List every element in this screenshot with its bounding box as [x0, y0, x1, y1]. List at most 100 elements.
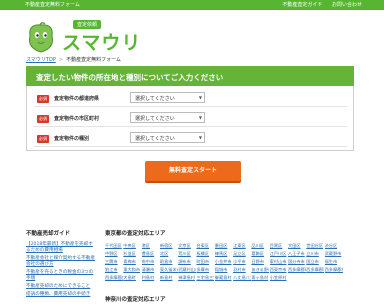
site-tagline: 不動産査定無料フォーム: [25, 2, 80, 8]
breadcrumb-home[interactable]: スマウリTOP: [26, 57, 56, 63]
city-link[interactable]: 中野区: [105, 250, 123, 258]
tokyo-area-section: 東京都の査定対応エリア 千代田区 中央区 港区 新宿区 文京区 台東区 墨田区 江東区 品川区目…: [105, 229, 360, 282]
kanagawa-area-section: 神奈川の査定対応エリア: [105, 295, 166, 304]
breadcrumb-current: 不動産査定無料フォーム: [66, 57, 121, 63]
city-link[interactable]: 西多摩郡日の出町: [306, 266, 324, 274]
city-link[interactable]: 三鷹市: [105, 258, 123, 266]
city-link[interactable]: 荒川区: [178, 250, 196, 258]
mascot-icon: [29, 22, 53, 53]
site-logo[interactable]: 査定依頼 スマウリ: [26, 20, 156, 56]
guide-link[interactable]: 不動産を売るときの税金の3つの手順: [26, 270, 96, 282]
guide-title: 不動産売却ガイド: [26, 231, 71, 237]
chevron-down-icon: ▼: [198, 95, 202, 100]
type-row: 必須 査定物件の種別 選択してください ▼: [34, 131, 347, 147]
city-link[interactable]: 多摩市: [196, 266, 214, 274]
city-link[interactable]: 福生市: [325, 258, 343, 266]
city-link[interactable]: 八王子市: [288, 250, 306, 258]
kanagawa-area-title: 神奈川の査定対応エリア: [105, 297, 166, 303]
chevron-down-icon: ▼: [198, 135, 202, 140]
city-link[interactable]: 西東京市: [270, 266, 288, 274]
contact-link[interactable]: お問い合わせ: [332, 2, 362, 8]
logo-text: スマウリ: [62, 32, 142, 54]
chevron-down-icon: ▼: [198, 115, 202, 120]
city-link[interactable]: 青梅市: [123, 258, 141, 266]
city-link[interactable]: 町田市: [196, 258, 214, 266]
city-link[interactable]: 文京区: [178, 242, 196, 250]
city-link[interactable]: 台東区: [196, 242, 214, 250]
city-select[interactable]: 選択してください ▼: [130, 112, 205, 123]
city-link[interactable]: 大田区: [288, 242, 306, 250]
city-link[interactable]: 新島村: [160, 274, 178, 282]
city-link[interactable]: 目黒区: [270, 242, 288, 250]
breadcrumb-separator: >: [58, 57, 64, 63]
city-link[interactable]: 狛江市: [105, 266, 123, 274]
city-link[interactable]: 府中市: [142, 258, 160, 266]
type-select[interactable]: 選択してください ▼: [130, 132, 205, 143]
guide-link[interactable]: 不動産売却のためにできること: [26, 284, 96, 290]
guide-section: 不動産売却ガイド 【2018年最新】不動産を売却するための費用相場 不動産会社と…: [26, 229, 96, 300]
required-badge: 必須: [37, 95, 49, 103]
prefecture-row: 必須 査定物件の都道府県 選択してください ▼: [34, 91, 347, 107]
city-link[interactable]: 国分寺市: [288, 258, 306, 266]
city-link[interactable]: 東村山市: [270, 258, 288, 266]
top-bar: 不動産査定無料フォーム 不動産査定ガイド お問い合わせ: [0, 0, 384, 10]
site-header: 査定依頼 スマウリ: [0, 10, 384, 56]
city-link[interactable]: 墨田区: [215, 242, 233, 250]
city-label: 査定物件の市区町村: [54, 116, 100, 122]
city-link[interactable]: 板橋区: [196, 250, 214, 258]
city-link[interactable]: 杉並区: [123, 250, 141, 258]
top-links: 不動産査定ガイド お問い合わせ: [274, 1, 362, 8]
city-link[interactable]: 江戸川区: [270, 250, 288, 258]
city-link[interactable]: 西多摩郡奥多摩町: [105, 274, 123, 282]
city-link[interactable]: 日野市: [251, 258, 269, 266]
city-link[interactable]: 中央区: [123, 242, 141, 250]
city-link[interactable]: 武蔵村山市: [178, 266, 196, 274]
city-link[interactable]: 江東区: [233, 242, 251, 250]
city-link[interactable]: 練馬区: [215, 250, 233, 258]
city-link[interactable]: 国立市: [306, 258, 324, 266]
city-link[interactable]: 御蔵島村: [215, 274, 233, 282]
city-link[interactable]: 東大和市: [123, 266, 141, 274]
city-link[interactable]: 西多摩郡瑞穂町: [288, 266, 306, 274]
city-link[interactable]: 青ヶ島村: [251, 274, 269, 282]
city-link[interactable]: 武蔵野市: [325, 250, 343, 258]
city-link[interactable]: 千代田区: [105, 242, 123, 250]
city-link[interactable]: 神津島村: [178, 274, 196, 282]
prefecture-select[interactable]: 選択してください ▼: [130, 92, 205, 103]
guide-link[interactable]: 提訴の種類、費用売却の手続き: [26, 292, 96, 298]
guide-link[interactable]: 不動産査定ガイド: [282, 2, 322, 8]
type-select-value: 選択してください: [135, 136, 175, 142]
city-link[interactable]: 立川市: [306, 250, 324, 258]
city-link[interactable]: 調布市: [178, 258, 196, 266]
city-link[interactable]: 品川区: [251, 242, 269, 250]
city-link[interactable]: 昭島市: [160, 258, 178, 266]
city-link[interactable]: 足立区: [233, 250, 251, 258]
city-link[interactable]: 西多摩郡檜原村: [325, 266, 343, 274]
property-form: 必須 査定物件の都道府県 選択してください ▼ 必須 査定物件の市区町村 選択し…: [26, 86, 354, 151]
guide-link[interactable]: 【2018年最新】不動産を売却するための費用相場: [26, 242, 96, 254]
city-link[interactable]: 羽村市: [233, 266, 251, 274]
guide-link[interactable]: 不動産会社と媒介契約する不動産会社の選び方: [26, 256, 96, 268]
city-link[interactable]: 大島町: [123, 274, 141, 282]
city-link[interactable]: 小笠原村: [270, 274, 288, 282]
city-link[interactable]: 三宅島三宅村: [196, 274, 214, 282]
city-link[interactable]: 葛飾区: [251, 250, 269, 258]
city-link[interactable]: 豊島区: [142, 250, 160, 258]
start-appraisal-button[interactable]: 無料査定スタート: [145, 161, 241, 181]
city-link[interactable]: 清瀬市: [142, 266, 160, 274]
city-link[interactable]: 利島村: [142, 274, 160, 282]
prefecture-label: 査定物件の都道府県: [54, 96, 100, 102]
type-label: 査定物件の種別: [54, 136, 90, 142]
breadcrumb: スマウリTOP > 不動産査定無料フォーム: [26, 56, 121, 63]
city-link[interactable]: 渋谷区: [325, 242, 343, 250]
city-link[interactable]: 港区: [142, 242, 160, 250]
city-link[interactable]: 稲城市: [215, 266, 233, 274]
city-link[interactable]: 東久留米市: [160, 266, 178, 274]
city-link[interactable]: 八丈島八丈町: [233, 274, 251, 282]
city-link[interactable]: 新宿区: [160, 242, 178, 250]
city-link[interactable]: 小金井市: [215, 258, 233, 266]
city-link[interactable]: 世田谷区: [306, 242, 324, 250]
city-link[interactable]: あきる野市: [251, 266, 269, 274]
city-link[interactable]: 小平市: [233, 258, 251, 266]
city-link[interactable]: 北区: [160, 250, 178, 258]
